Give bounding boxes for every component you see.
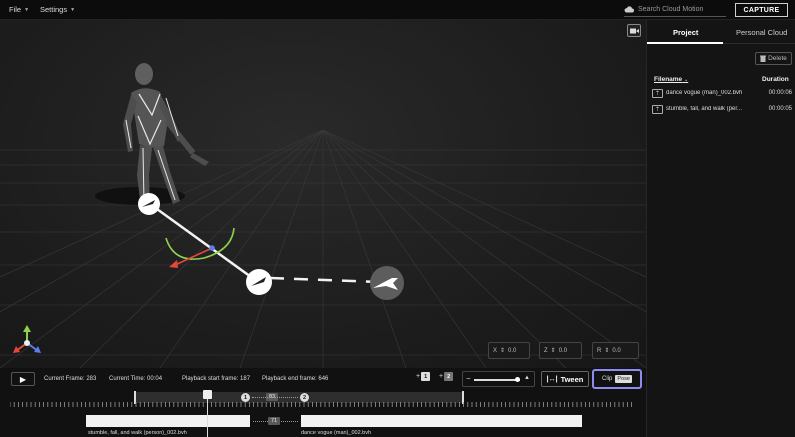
x-axis-label: X [493, 347, 498, 354]
capture-button[interactable]: CAPTURE [735, 3, 788, 17]
add-keyframe-2-button[interactable]: + 2 [439, 372, 454, 381]
camera-view-button[interactable] [627, 24, 641, 37]
filename-column-header[interactable]: Filename ⌄ [654, 76, 688, 83]
file-name: dance vogue (man)_002.bvh [666, 90, 743, 96]
filename-header-label: Filename [654, 76, 683, 83]
stepper-icon: ⇕ [550, 348, 556, 354]
z-value: 0.0 [558, 347, 568, 354]
arrow-head-icon [169, 260, 178, 268]
cloud-icon [624, 6, 634, 13]
timeline-area: ▶ Current Frame: 283 Current Time: 00:04… [0, 368, 646, 437]
current-time-text: Current Time: 00:04 [109, 376, 163, 382]
plus-icon: + [416, 373, 421, 380]
timeline-ruler[interactable] [10, 402, 635, 407]
clip-label-dance: dance vogue (man)_002.bvh [301, 430, 372, 436]
file-menu[interactable]: File ▼ [9, 5, 29, 14]
playhead-handle[interactable] [203, 390, 212, 399]
chevron-down-icon: ▼ [24, 6, 30, 13]
library-panel: Project Personal Cloud Delete Filename ⌄… [646, 20, 795, 437]
zoom-slider[interactable]: − ▲ [462, 371, 535, 387]
transition-badge[interactable]: 71 [268, 417, 281, 425]
motion-file-icon: ⇡ [652, 104, 663, 114]
playback-start-text: Playback start frame: 187 [182, 376, 251, 382]
camera-icon [629, 28, 639, 33]
z-axis-label: Z [544, 347, 548, 354]
x-coordinate-field[interactable]: X ⇕ 0.0 [488, 342, 530, 359]
search-cloud-motion-input[interactable]: Search Cloud Motion [624, 3, 726, 17]
tab-project[interactable]: Project [673, 28, 698, 37]
current-frame-text: Current Frame: 283 [44, 376, 97, 382]
file-row[interactable]: ⇡ stumble, fall, and walk (per... 00:00:… [652, 103, 792, 115]
marker-connector [252, 397, 298, 398]
file-duration: 00:00:06 [768, 90, 792, 96]
clip-track: 71 [86, 415, 582, 427]
file-row[interactable]: ⇡ dance vogue (man)_002.bvh 00:00:06 [652, 87, 792, 99]
r-axis-label: R [597, 347, 602, 354]
motion-path-dashed [269, 276, 379, 284]
marker-1-badge[interactable]: 1 [241, 393, 250, 402]
floor-grid [0, 129, 646, 368]
tween-button[interactable]: |↔| Tween [541, 371, 589, 387]
delete-label: Delete [768, 55, 787, 62]
file-menu-label: File [9, 5, 22, 14]
file-duration: 00:00:05 [768, 106, 792, 112]
file-name: stumble, fall, and walk (per... [666, 106, 743, 112]
duration-column-header[interactable]: Duration [762, 76, 789, 83]
waypoint-middle[interactable] [246, 269, 272, 295]
tween-label: Tween [560, 374, 584, 384]
play-button[interactable]: ▶ [11, 372, 35, 386]
stepper-icon: ⇕ [500, 348, 506, 354]
slider-thumb[interactable] [515, 377, 520, 382]
r-value: 0.0 [612, 347, 621, 354]
clip-label-stumble: stumble, fall, and walk (person)_002.bvh [88, 430, 187, 436]
rotation-field[interactable]: R ⇕ 0.0 [592, 342, 639, 359]
trash-icon [760, 55, 767, 62]
rotation-gizmo[interactable] [165, 227, 235, 260]
chevron-down-icon: ▼ [70, 6, 76, 13]
slider-track [474, 379, 520, 381]
stepper-icon: ⇕ [604, 348, 610, 354]
clip-pose-toggle[interactable]: Clip Pose [592, 369, 642, 389]
marker-2-badge[interactable]: 2 [300, 393, 309, 402]
tween-icon: |↔| [546, 375, 558, 383]
waypoint-start[interactable] [138, 193, 160, 215]
zoom-in-icon: ▲ [524, 375, 530, 381]
3d-viewport[interactable]: X ⇕ 0.0 Z ⇕ 0.0 R ⇕ 0.0 [0, 20, 646, 368]
keyframe-1-badge: 1 [421, 372, 431, 381]
clip-dance-vogue[interactable] [301, 415, 582, 427]
keyframe-2-badge: 2 [444, 372, 454, 381]
settings-menu-label: Settings [40, 5, 68, 14]
zoom-out-icon: − [466, 374, 471, 383]
motion-path-line [149, 202, 259, 284]
tab-personal-cloud[interactable]: Personal Cloud [736, 28, 787, 37]
sort-chevron-icon: ⌄ [684, 77, 689, 83]
plus-icon: + [439, 373, 444, 380]
settings-menu[interactable]: Settings ▼ [40, 5, 75, 14]
active-tab-indicator [647, 42, 723, 44]
clip-option[interactable]: Clip [602, 376, 612, 382]
z-coordinate-field[interactable]: Z ⇕ 0.0 [539, 342, 582, 359]
search-placeholder: Search Cloud Motion [638, 6, 704, 13]
clip-stumble[interactable] [86, 415, 250, 427]
motion-file-icon: ⇡ [652, 88, 663, 98]
x-value: 0.0 [508, 347, 517, 354]
axis-orientation-icon[interactable] [13, 325, 41, 353]
waypoint-end[interactable] [370, 266, 404, 300]
pose-option[interactable]: Pose [615, 375, 632, 383]
scene-canvas [0, 63, 646, 368]
top-bar: File ▼ Settings ▼ Search Cloud Motion CA… [0, 0, 795, 20]
delete-button[interactable]: Delete [755, 52, 792, 65]
character-model[interactable] [123, 63, 209, 208]
playback-end-text: Playback end frame: 646 [262, 376, 329, 382]
gizmo-center[interactable] [209, 245, 215, 251]
add-keyframe-1-button[interactable]: + 1 [416, 372, 431, 381]
play-icon: ▶ [19, 374, 27, 384]
